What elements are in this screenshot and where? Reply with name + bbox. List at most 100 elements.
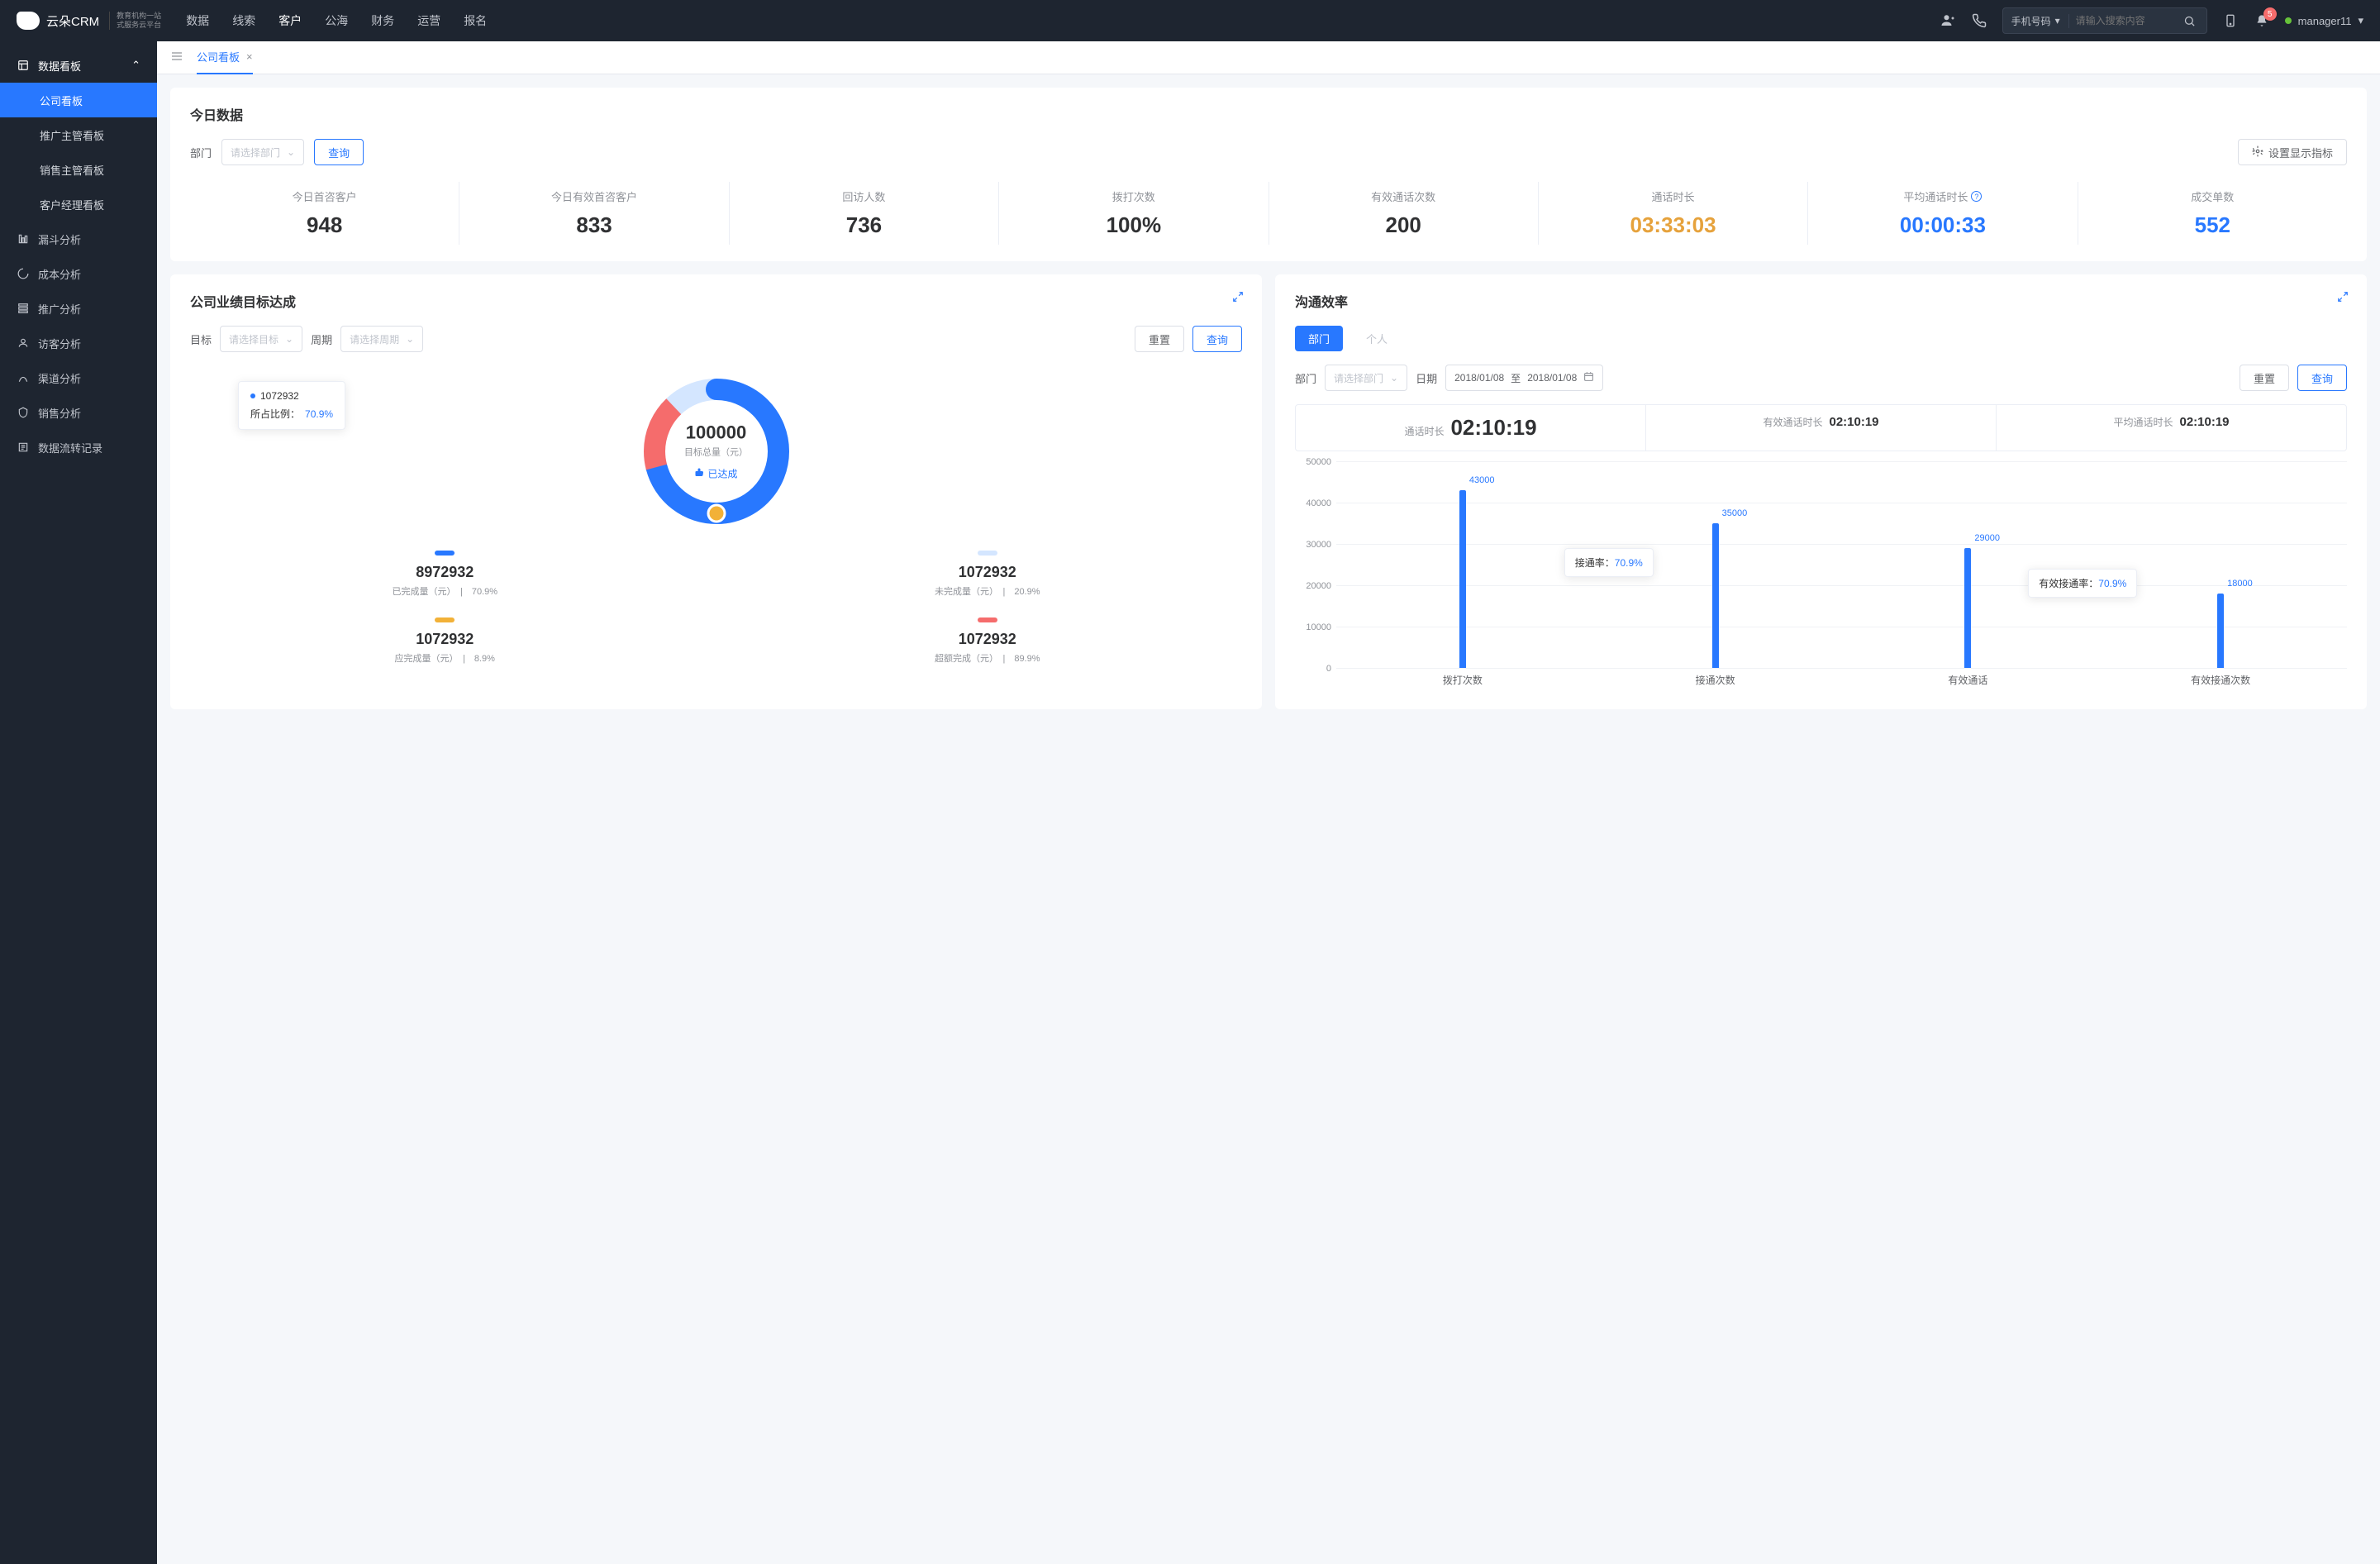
nav-item-3[interactable]: 公海 bbox=[325, 12, 348, 29]
sidebar-icon bbox=[17, 268, 30, 279]
nav-item-5[interactable]: 运营 bbox=[417, 12, 440, 29]
search-input[interactable] bbox=[2076, 15, 2175, 26]
x-axis-label: 接通次数 bbox=[1589, 673, 1842, 693]
sidebar-child-3[interactable]: 客户经理看板 bbox=[0, 187, 157, 222]
add-user-icon[interactable] bbox=[1940, 12, 1956, 29]
date-range-input[interactable]: 2018/01/08 至 2018/01/08 bbox=[1445, 365, 1603, 391]
seg-dept-button[interactable]: 部门 bbox=[1295, 326, 1343, 351]
kpi-1: 今日有效首咨客户833 bbox=[459, 182, 729, 245]
search-icon[interactable] bbox=[2182, 12, 2198, 29]
sidebar-child-1[interactable]: 推广主管看板 bbox=[0, 117, 157, 152]
app-header: 云朵CRM 教育机构一站 式服务云平台 数据 线索 客户 公海 财务 运营 报名 手机号码 … bbox=[0, 0, 2380, 41]
calendar-icon bbox=[1583, 371, 1594, 384]
kpi-label: 今日有效首咨客户 bbox=[459, 188, 728, 204]
dashboard-icon bbox=[17, 60, 30, 71]
legend-item-0: 8972932已完成量（元） | 70.9% bbox=[190, 551, 700, 598]
logo[interactable]: 云朵CRM 教育机构一站 式服务云平台 bbox=[17, 12, 161, 30]
expand-icon[interactable] bbox=[1232, 291, 1244, 305]
kpi-6: 平均通话时长?00:00:33 bbox=[1808, 182, 2078, 245]
period-label: 周期 bbox=[311, 331, 332, 347]
goal-card: 公司业绩目标达成 目标 请选择目标 ⌄ 周期 请选择周期 ⌄ 重 bbox=[170, 274, 1262, 709]
kpi-7: 成交单数 552 bbox=[2078, 182, 2347, 245]
kpi-value: 00:00:33 bbox=[1808, 212, 2077, 238]
duration-item-1: 有效通话时长02:10:19 bbox=[1646, 405, 1997, 451]
search-type-select[interactable]: 手机号码 ▾ bbox=[2011, 14, 2069, 28]
sidebar-icon bbox=[17, 372, 30, 384]
comm-dept-select[interactable]: 请选择部门 ⌄ bbox=[1325, 365, 1407, 391]
settings-indicators-button[interactable]: 设置显示指标 bbox=[2238, 139, 2347, 165]
nav-item-1[interactable]: 线索 bbox=[232, 12, 255, 29]
sidebar-icon bbox=[17, 233, 30, 245]
hamburger-icon[interactable] bbox=[170, 50, 183, 65]
chevron-down-icon: ⌄ bbox=[406, 333, 414, 345]
nav-item-2[interactable]: 客户 bbox=[278, 12, 302, 29]
nav-item-6[interactable]: 报名 bbox=[464, 12, 487, 29]
sidebar-parent-dashboard[interactable]: 数据看板 ⌃ bbox=[0, 48, 157, 83]
bar-group-3: 18000有效接通率：70.9% bbox=[2094, 461, 2347, 668]
x-axis-label: 有效通话 bbox=[1842, 673, 2095, 693]
dept-select[interactable]: 请选择部门 ⌄ bbox=[221, 139, 304, 165]
nav-item-0[interactable]: 数据 bbox=[186, 12, 209, 29]
mobile-icon[interactable] bbox=[2222, 12, 2239, 29]
chevron-down-icon: ▾ bbox=[2358, 14, 2363, 27]
comm-efficiency-card: 沟通效率 部门 个人 部门 请选择部门 ⌄ 日期 2018/01/08 bbox=[1275, 274, 2367, 709]
nav-item-4[interactable]: 财务 bbox=[371, 12, 394, 29]
tab-company-dashboard[interactable]: 公司看板 × bbox=[197, 41, 253, 74]
bell-icon[interactable]: 5 bbox=[2254, 12, 2270, 29]
bar[interactable]: 43000 bbox=[1459, 490, 1466, 668]
gear-icon bbox=[2252, 145, 2263, 160]
reset-button[interactable]: 重置 bbox=[2240, 365, 2289, 391]
sidebar-item-3[interactable]: 访客分析 bbox=[0, 326, 157, 360]
expand-icon[interactable] bbox=[2337, 291, 2349, 305]
logo-cloud-icon bbox=[17, 12, 40, 30]
kpi-value: 736 bbox=[730, 212, 998, 238]
header-right: 手机号码 ▾ 5 manager11 ▾ bbox=[1940, 7, 2363, 34]
kpi-label: 回访人数 bbox=[730, 188, 998, 204]
sidebar-item-4[interactable]: 渠道分析 bbox=[0, 360, 157, 395]
kpi-5: 通话时长03:33:03 bbox=[1539, 182, 1808, 245]
duration-item-0: 通话时长02:10:19 bbox=[1296, 405, 1646, 451]
duration-item-2: 平均通话时长02:10:19 bbox=[1997, 405, 2346, 451]
query-button[interactable]: 查询 bbox=[314, 139, 364, 165]
query-button[interactable]: 查询 bbox=[2297, 365, 2347, 391]
sidebar-item-6[interactable]: 数据流转记录 bbox=[0, 430, 157, 465]
sidebar-item-5[interactable]: 销售分析 bbox=[0, 395, 157, 430]
kpi-0: 今日首咨客户948 bbox=[190, 182, 459, 245]
bar-group-0: 43000 bbox=[1336, 461, 1589, 668]
help-icon[interactable]: ? bbox=[1971, 191, 1982, 202]
kpi-label: 成交单数 bbox=[2078, 188, 2347, 204]
donut-chart: 100000 目标总量（元） 已达成 1072932 bbox=[190, 369, 1242, 534]
bar[interactable]: 35000 bbox=[1712, 523, 1719, 668]
chevron-down-icon: ⌄ bbox=[287, 146, 295, 158]
x-axis-label: 拨打次数 bbox=[1336, 673, 1589, 693]
bar[interactable]: 29000 bbox=[1964, 548, 1971, 668]
sidebar-icon bbox=[17, 407, 30, 418]
bar-tooltip: 接通率：70.9% bbox=[1564, 548, 1654, 577]
goal-title: 公司业绩目标达成 bbox=[190, 291, 1242, 311]
target-select[interactable]: 请选择目标 ⌄ bbox=[220, 326, 302, 352]
sidebar-item-1[interactable]: 成本分析 bbox=[0, 256, 157, 291]
bar[interactable]: 18000 bbox=[2217, 594, 2224, 668]
sidebar-icon bbox=[17, 337, 30, 349]
legend-item-2: 1072932应完成量（元） | 8.9% bbox=[190, 617, 700, 665]
sidebar-child-0[interactable]: 公司看板 bbox=[0, 83, 157, 117]
donut-tooltip: 1072932 所占比例： 70.9% bbox=[238, 381, 345, 430]
dept-label: 部门 bbox=[1295, 370, 1316, 386]
phone-icon[interactable] bbox=[1971, 12, 1987, 29]
sidebar-child-2[interactable]: 销售主管看板 bbox=[0, 152, 157, 187]
period-select[interactable]: 请选择周期 ⌄ bbox=[340, 326, 423, 352]
kpi-value: 552 bbox=[2078, 212, 2347, 238]
close-icon[interactable]: × bbox=[246, 50, 253, 63]
query-button[interactable]: 查询 bbox=[1192, 326, 1242, 352]
bar-group-1: 35000接通率：70.9% bbox=[1589, 461, 1842, 668]
kpi-3: 拨打次数100% bbox=[999, 182, 1269, 245]
bar-tooltip: 有效接通率：70.9% bbox=[2028, 569, 2137, 598]
seg-person-button[interactable]: 个人 bbox=[1353, 326, 1401, 351]
dept-label: 部门 bbox=[190, 145, 212, 160]
reset-button[interactable]: 重置 bbox=[1135, 326, 1184, 352]
sidebar-item-0[interactable]: 漏斗分析 bbox=[0, 222, 157, 256]
user-menu[interactable]: manager11 ▾ bbox=[2285, 14, 2363, 27]
sidebar-icon bbox=[17, 441, 30, 453]
sidebar-item-2[interactable]: 推广分析 bbox=[0, 291, 157, 326]
today-title: 今日数据 bbox=[190, 104, 2347, 124]
